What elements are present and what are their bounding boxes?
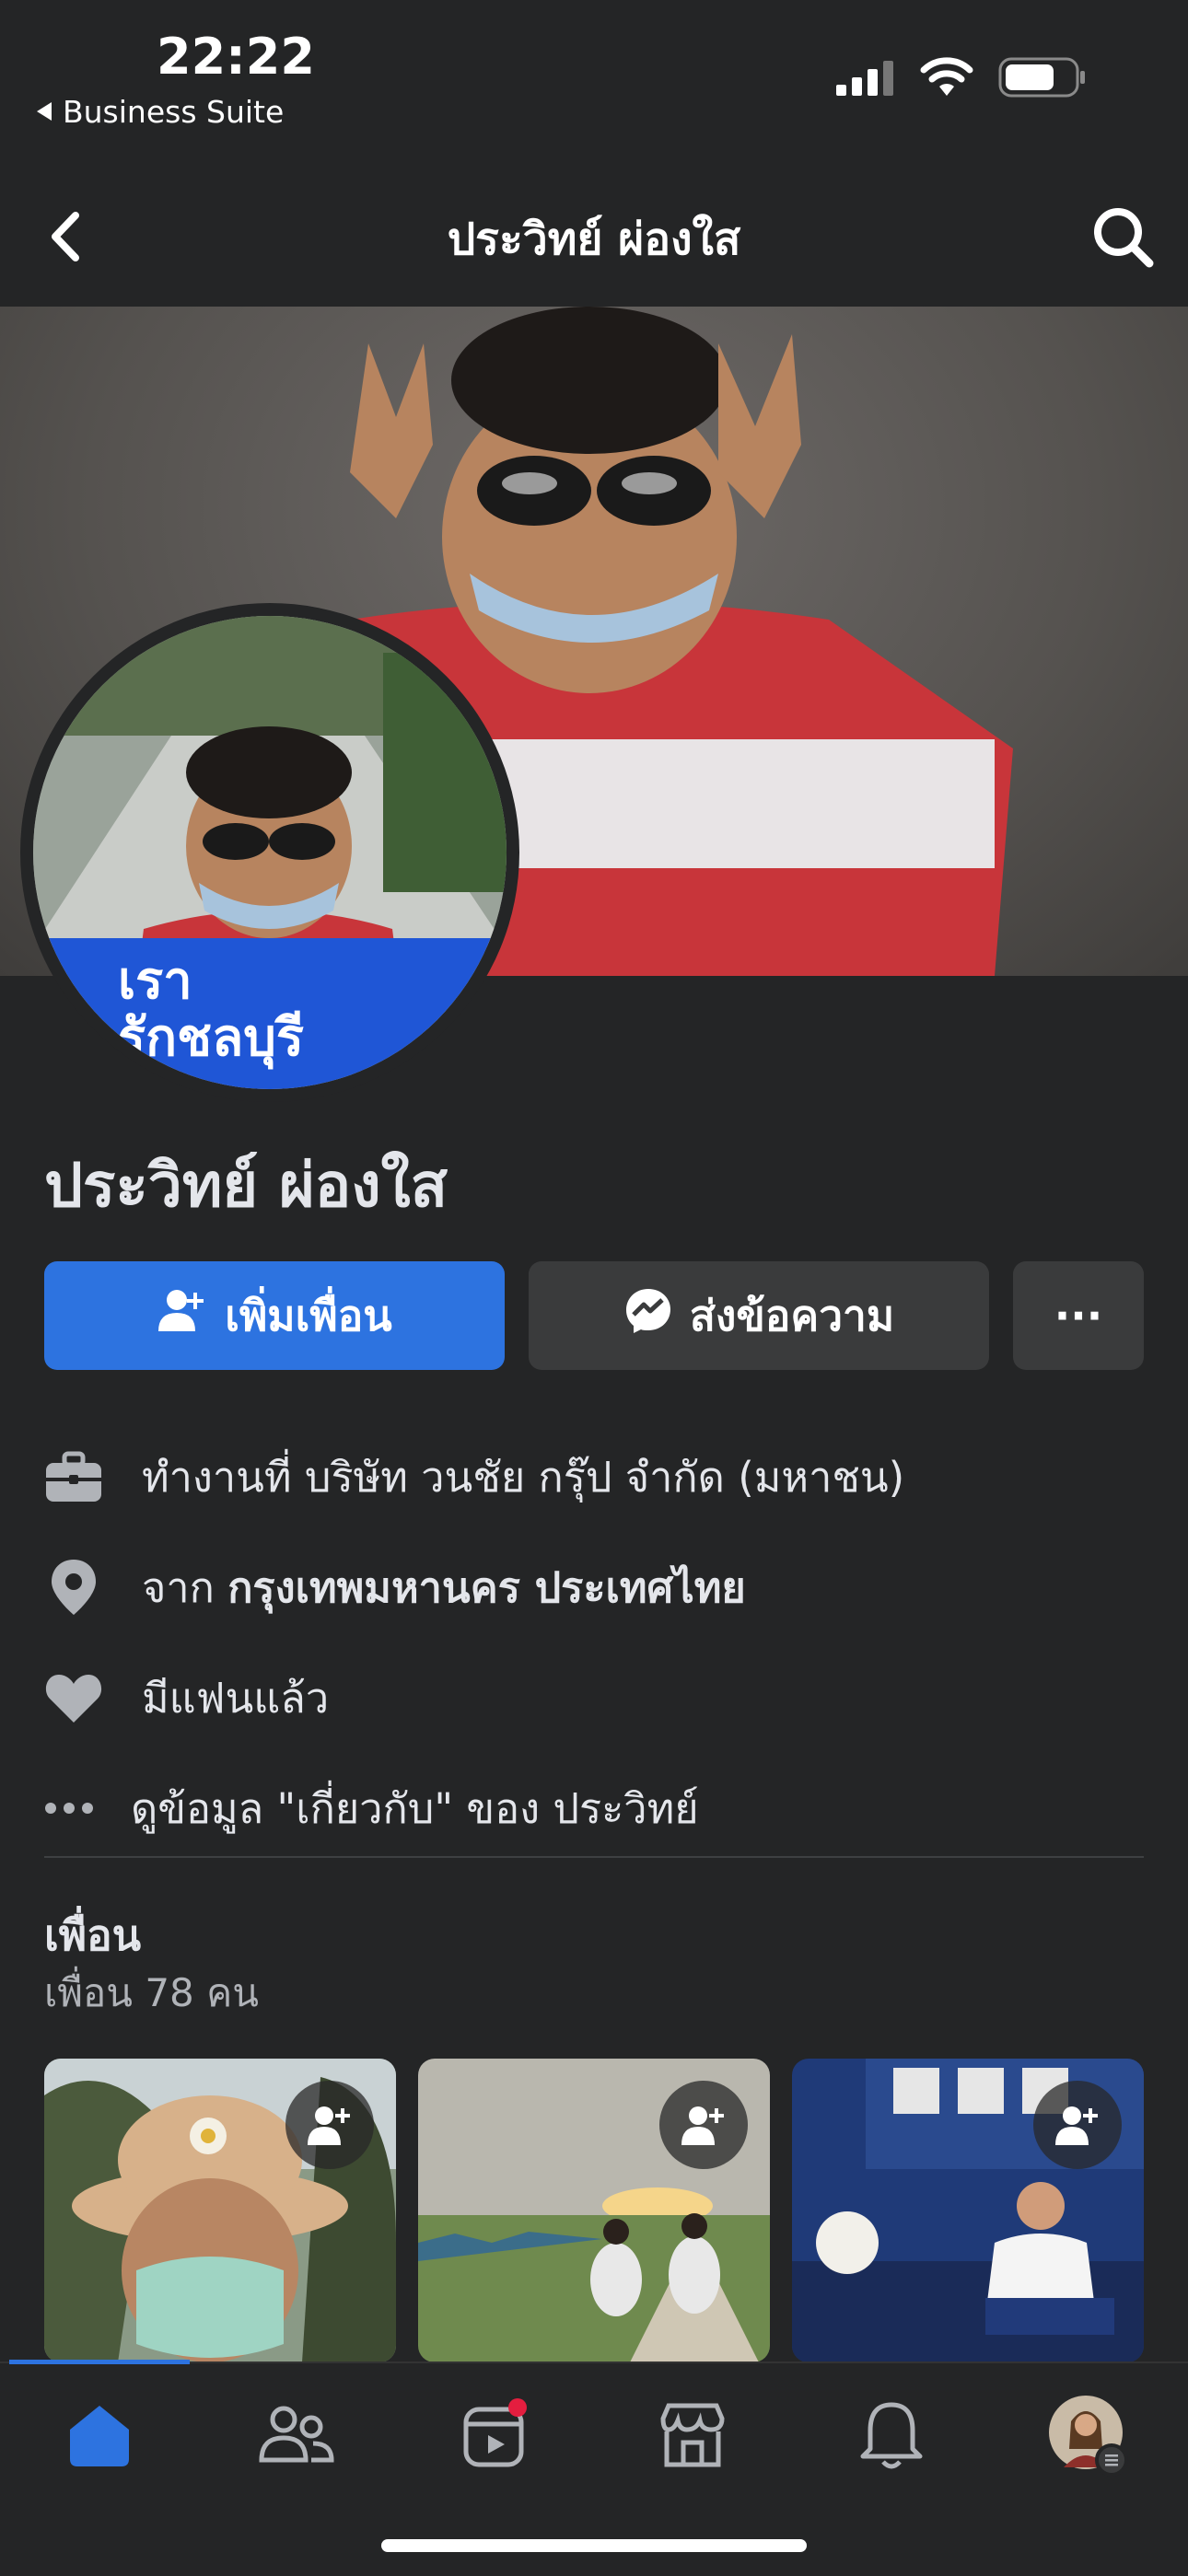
tab-notifications[interactable]: [845, 2394, 938, 2477]
scroll-progress-indicator: [9, 2360, 190, 2364]
add-friend-chip[interactable]: [659, 2081, 748, 2169]
about-link[interactable]: ดูข้อมูล "เกี่ยวกับ" ของ ประวิทย์: [131, 1775, 699, 1841]
friends-count: เพื่อน 78 คน: [44, 1970, 259, 2015]
work-place: บริษัท วนชัย กรุ๊ป จำกัด (มหาชน): [304, 1453, 905, 1502]
friends-icon: [259, 2406, 334, 2463]
profile-name: ประวิทย์ ผ่องใส: [44, 1150, 448, 1221]
work-prefix: ทำงานที่: [142, 1453, 305, 1502]
message-label: ส่งข้อความ: [689, 1290, 895, 1340]
avatar-frame-line2: รักชลบุรี: [118, 1008, 304, 1068]
bell-icon: [860, 2402, 923, 2469]
back-triangle-icon: [35, 94, 53, 130]
more-dots-icon: ···: [1054, 1291, 1103, 1340]
tab-home[interactable]: [53, 2394, 146, 2477]
work-info-row: ทำงานที่ บริษัท วนชัย กรุ๊ป จำกัด (มหาชน…: [44, 1444, 904, 1510]
add-friend-chip[interactable]: [285, 2081, 374, 2169]
status-icons: [834, 57, 1087, 101]
back-to-app-link[interactable]: Business Suite: [35, 94, 284, 130]
search-icon: [1094, 208, 1154, 268]
message-button[interactable]: ส่งข้อความ: [529, 1261, 989, 1370]
friends-section-title: เพื่อน: [44, 1910, 142, 1960]
home-icon: [70, 2406, 129, 2466]
briefcase-icon: [44, 1445, 122, 1509]
add-friend-label: เพิ่มเพื่อน: [225, 1290, 392, 1340]
add-friend-button[interactable]: เพิ่มเพื่อน: [44, 1261, 505, 1370]
tab-profile-menu[interactable]: [1042, 2394, 1135, 2477]
home-indicator: [381, 2539, 807, 2552]
profile-avatar[interactable]: เรา รักชลบุรี: [33, 616, 507, 1089]
avatar-frame-line1: เรา: [118, 951, 192, 1011]
status-time: 22:22: [157, 28, 315, 86]
tab-friends[interactable]: [250, 2394, 343, 2477]
add-friend-icon: [681, 2106, 724, 2145]
video-icon: [463, 2398, 527, 2467]
about-link-row[interactable]: ดูข้อมูล "เกี่ยวกับ" ของ ประวิทย์: [44, 1775, 699, 1841]
wifi-icon: [919, 57, 974, 101]
tab-marketplace[interactable]: [646, 2394, 739, 2477]
signal-icon: [834, 59, 895, 99]
messenger-icon: [623, 1286, 673, 1346]
add-friend-chip[interactable]: [1033, 2081, 1122, 2169]
from-prefix: จาก: [142, 1563, 228, 1612]
battery-icon: [998, 57, 1087, 101]
profile-avatar: [1049, 2396, 1128, 2477]
location-pin-icon: [44, 1555, 122, 1619]
relationship-info-row: มีแฟนแล้ว: [44, 1665, 329, 1731]
search-button[interactable]: [1087, 201, 1160, 274]
marketplace-icon: [660, 2403, 725, 2467]
more-options-button[interactable]: ···: [1013, 1261, 1144, 1370]
relationship-status: มีแฟนแล้ว: [142, 1674, 330, 1723]
hometown-info-row: จาก กรุงเทพมหานคร ประเทศไทย: [44, 1554, 746, 1620]
ellipsis-icon: [44, 1776, 111, 1840]
tab-video[interactable]: [449, 2394, 542, 2477]
page-title: ประวิทย์ ผ่องใส: [447, 214, 741, 265]
section-divider: [44, 1856, 1144, 1858]
add-friend-icon: [308, 2106, 350, 2145]
add-friend-icon: [1055, 2106, 1098, 2145]
hometown: กรุงเทพมหานคร ประเทศไทย: [227, 1563, 746, 1612]
heart-icon: [44, 1665, 122, 1730]
back-app-label: Business Suite: [63, 94, 285, 130]
add-friend-icon: [157, 1285, 208, 1347]
